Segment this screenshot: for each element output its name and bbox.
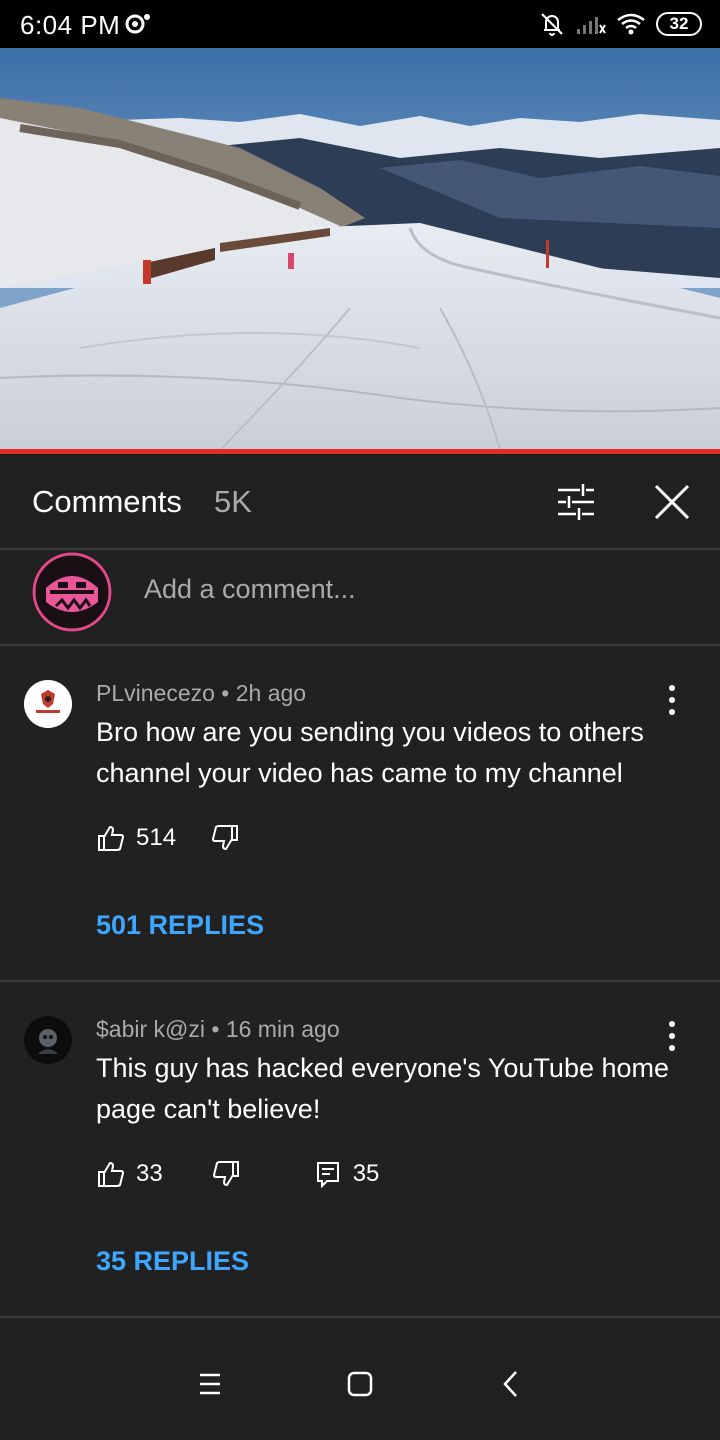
status-time: 6:04 PM — [20, 10, 121, 40]
comment-text: Bro how are you sending you videos to ot… — [96, 717, 644, 788]
thumbs-up-icon — [98, 825, 125, 851]
wifi-icon — [617, 13, 645, 35]
bell-muted-icon — [541, 13, 563, 36]
avatar[interactable] — [24, 680, 72, 728]
comments-count: 5K — [214, 484, 252, 519]
status-bar: 6:04 PM 32 — [0, 0, 720, 48]
home-icon[interactable] — [340, 1364, 380, 1404]
comment-text: This guy has hacked everyone's YouTube h… — [96, 1053, 670, 1124]
signal-icon — [577, 17, 606, 34]
battery-icon: 32 — [656, 12, 702, 36]
avatar[interactable] — [24, 1016, 72, 1064]
thumbs-down-icon — [212, 1161, 239, 1187]
dislike-button[interactable] — [211, 1159, 241, 1189]
user-avatar-image — [24, 1016, 72, 1064]
reply-icon — [316, 1162, 339, 1188]
add-comment-row[interactable]: Add a comment... — [0, 550, 720, 646]
comment-item: PLvinecezo • 2h ago Bro how are you send… — [0, 648, 720, 982]
sort-filter-icon[interactable] — [552, 478, 600, 526]
close-icon[interactable] — [648, 478, 696, 526]
more-options-icon[interactable] — [660, 1018, 684, 1054]
like-button[interactable]: 514 — [96, 823, 176, 853]
comment-actions: 33 35 — [96, 1156, 379, 1192]
view-replies-link[interactable]: 501 REPLIES — [96, 910, 264, 941]
like-button[interactable]: 33 — [96, 1159, 163, 1189]
dislike-button[interactable] — [210, 823, 240, 853]
comments-title: Comments — [32, 484, 182, 519]
avatar — [32, 552, 112, 632]
comment-item: $abir k@zi • 16 min ago This guy has hac… — [0, 984, 720, 1318]
reply-button[interactable]: 35 — [315, 1160, 380, 1188]
reply-count: 35 — [352, 1160, 380, 1187]
comments-header: Comments 5K — [0, 454, 720, 550]
add-comment-input[interactable]: Add a comment... — [144, 574, 356, 605]
like-count: 33 — [136, 1160, 163, 1187]
like-count: 514 — [136, 824, 177, 851]
menu-icon[interactable] — [190, 1364, 230, 1404]
channel-logo-image — [24, 680, 72, 728]
system-nav-bar — [0, 1320, 720, 1440]
video-player[interactable] — [0, 48, 720, 450]
comment-meta: $abir k@zi • 16 min ago — [96, 1016, 340, 1042]
message-icon — [125, 14, 150, 34]
thumbs-up-icon — [98, 1161, 125, 1187]
video-frame-image — [0, 48, 720, 450]
view-replies-link[interactable]: 35 REPLIES — [96, 1246, 249, 1277]
comment-actions: 514 — [96, 820, 240, 856]
back-icon[interactable] — [492, 1364, 532, 1404]
thumbs-down-icon — [212, 825, 239, 851]
comment-meta: PLvinecezo • 2h ago — [96, 680, 307, 706]
more-options-icon[interactable] — [660, 682, 684, 718]
user-avatar-image — [32, 552, 112, 632]
